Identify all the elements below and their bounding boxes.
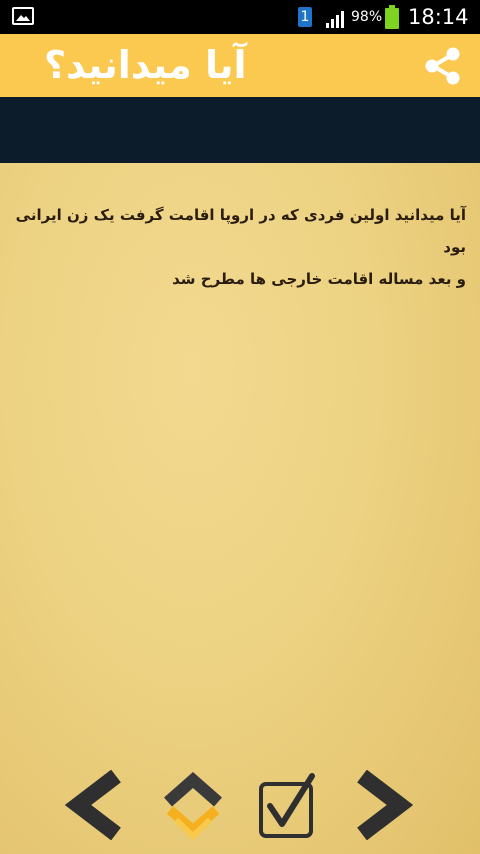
app-bar: آیا میدانید؟: [0, 34, 480, 97]
share-icon: [425, 47, 460, 85]
previous-button[interactable]: [64, 769, 126, 844]
fact-line-1: آیا میدانید اولین فردی که در اروپا اقامت…: [15, 206, 466, 256]
sim-icon: 1: [298, 7, 312, 27]
clock: 18:14: [408, 5, 469, 29]
fact-text: آیا میدانید اولین فردی که در اروپا اقامت…: [14, 199, 466, 295]
up-down-arrows-icon: [164, 772, 222, 841]
fact-line-2: و بعد مساله اقامت خارجی ها مطرح شد: [172, 270, 466, 288]
checkbox-icon: [259, 773, 315, 838]
chevron-right-icon: [357, 769, 414, 841]
signal-icon: [326, 11, 344, 28]
random-fact-button[interactable]: [160, 770, 226, 850]
battery-percent: 98%: [351, 9, 383, 25]
app-title: آیا میدانید؟: [44, 43, 247, 87]
share-button[interactable]: [420, 46, 466, 86]
image-notification-icon: [12, 7, 34, 25]
battery-icon: [385, 5, 399, 29]
fact-card: آیا میدانید اولین فردی که در اروپا اقامت…: [0, 163, 480, 854]
mark-read-button[interactable]: [256, 770, 320, 846]
next-button[interactable]: [352, 769, 414, 844]
chevron-left-icon: [64, 769, 121, 841]
ad-banner: [0, 97, 480, 163]
status-bar: 1 98% 18:14: [0, 0, 480, 34]
